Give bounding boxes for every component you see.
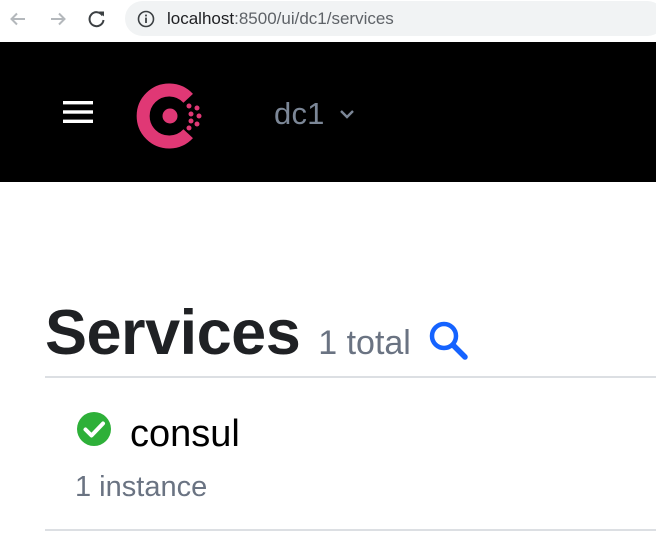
- info-icon[interactable]: [137, 10, 155, 28]
- services-total-count: 1 total: [318, 324, 411, 362]
- consul-logo[interactable]: [133, 79, 207, 153]
- check-circle-icon: [76, 411, 112, 447]
- arrow-right-icon[interactable]: [45, 6, 71, 32]
- datacenter-label: dc1: [274, 96, 325, 131]
- page-title: Services: [45, 298, 301, 368]
- service-list-item[interactable]: consul 1 instance: [45, 378, 656, 529]
- service-name[interactable]: consul: [130, 408, 240, 460]
- chevron-down-icon: [338, 105, 356, 123]
- url-host: localhost: [167, 8, 235, 28]
- browser-toolbar: localhost:8500/ui/dc1/services: [0, 0, 656, 39]
- app-header: dc1: [0, 42, 656, 182]
- instance-count: 1 instance: [75, 471, 208, 503]
- page-heading: Services 1 total: [45, 298, 411, 368]
- address-bar[interactable]: localhost:8500/ui/dc1/services: [125, 1, 656, 36]
- url-text: localhost:8500/ui/dc1/services: [167, 9, 394, 29]
- datacenter-selector[interactable]: dc1: [274, 92, 356, 136]
- reload-icon[interactable]: [84, 6, 110, 32]
- arrow-left-icon[interactable]: [5, 6, 31, 32]
- divider: [45, 529, 656, 531]
- url-path: :8500/ui/dc1/services: [234, 8, 394, 28]
- search-icon[interactable]: [425, 317, 471, 363]
- hamburger-menu-icon[interactable]: [60, 97, 96, 127]
